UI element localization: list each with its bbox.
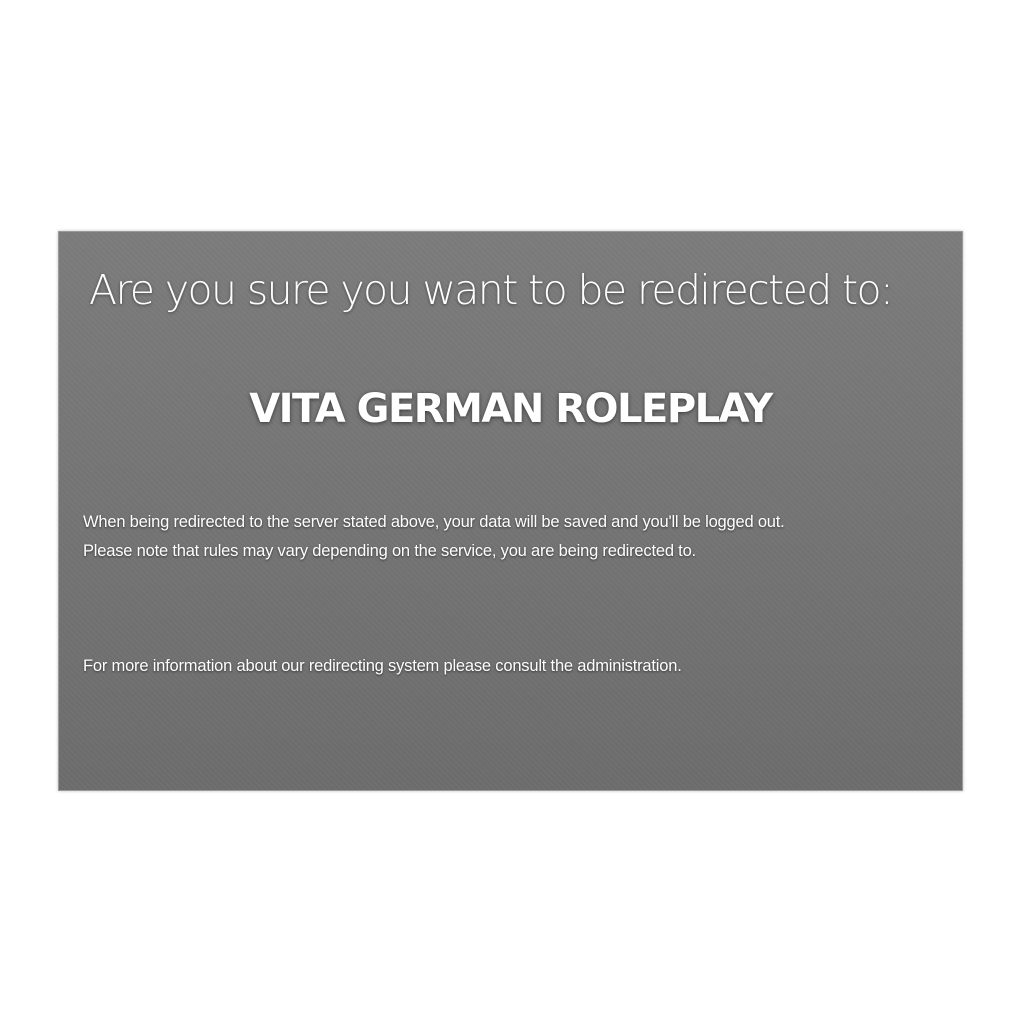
target-server-name: VITA GERMAN ROLEPLAY [249,386,773,432]
redirect-dialog: Are you sure you want to be redirected t… [58,231,963,791]
redirect-footer-info: For more information about our redirecti… [83,657,682,675]
redirect-question-heading: Are you sure you want to be redirected t… [89,266,894,314]
redirect-notice-line-1: When being redirected to the server stat… [83,513,785,531]
redirect-notice-line-2: Please note that rules may vary dependin… [83,542,696,560]
